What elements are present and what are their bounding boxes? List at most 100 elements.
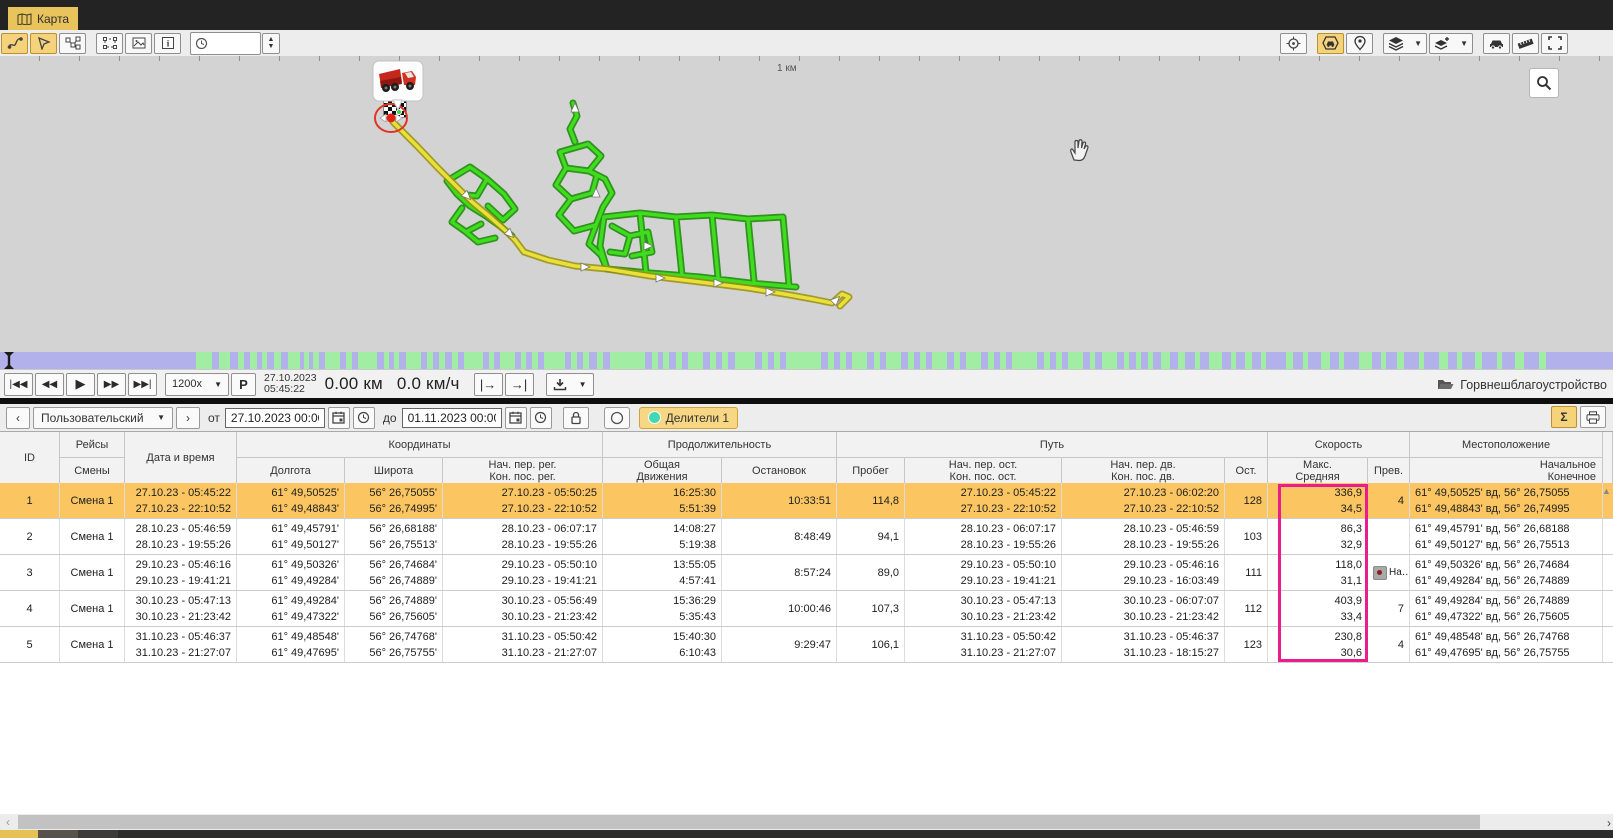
cell-prev [1368, 519, 1410, 554]
trips-table-header: IDРейсыСменыДата и времяКоординатыДолгот… [0, 431, 1613, 484]
next-period-button[interactable]: › [176, 407, 200, 429]
vehicle-group[interactable]: Горвнешблагоустройство [1437, 370, 1607, 399]
cell-nstop: 123 [1225, 627, 1268, 662]
locate-button[interactable] [1280, 33, 1307, 54]
images-button[interactable] [125, 33, 152, 54]
jump-to-end-button[interactable]: →| [505, 373, 534, 396]
lock-period-button[interactable] [563, 407, 589, 429]
target-icon [1286, 36, 1301, 51]
add-layer-button[interactable]: ▼ [1429, 33, 1473, 54]
date-to-input[interactable] [402, 408, 502, 428]
print-button[interactable] [1580, 406, 1606, 428]
scrollbar-thumb[interactable] [18, 815, 1480, 829]
timeline-segment [597, 352, 603, 369]
time-spinner[interactable]: ▲ ▼ [262, 33, 280, 54]
fullscreen-button[interactable] [1541, 33, 1568, 54]
nodes-tool-button[interactable] [59, 33, 86, 54]
row-scroll-gap [1603, 627, 1613, 662]
cell-prev: 4 [1368, 627, 1410, 662]
cell-id: 2 [0, 519, 60, 554]
export-button[interactable]: ▼ [546, 373, 594, 396]
map-toolbar: i ▲ ▼ [0, 30, 1613, 57]
divider-toggle-button[interactable] [604, 407, 630, 429]
info-button[interactable]: i [154, 33, 181, 54]
activity-timeline[interactable] [0, 352, 1613, 369]
chevron-down-icon: ▼ [1460, 39, 1468, 48]
playback-bar: |◀◀ ◀◀ ▶ ▶▶ ▶▶| 1200x ▼ P 27.10.2023 05:… [0, 369, 1613, 398]
track-mode-button[interactable] [1, 33, 28, 54]
cell-spd: 118,031,1 [1268, 555, 1368, 590]
from-calendar-button[interactable] [328, 407, 350, 429]
prev-period-button[interactable]: ‹ [6, 407, 30, 429]
layers-plus-icon [1434, 36, 1450, 51]
cell-spd: 403,933,4 [1268, 591, 1368, 626]
marker-button[interactable] [1346, 33, 1373, 54]
scroll-up-icon[interactable]: ▲ [1602, 486, 1611, 496]
totals-button[interactable]: Σ [1551, 406, 1577, 428]
timeline-segment [874, 352, 880, 369]
table-row[interactable]: 4Смена 130.10.23 - 05:47:1330.10.23 - 21… [0, 591, 1613, 627]
timeline-segment [1000, 352, 1006, 369]
p-button[interactable]: P [231, 373, 256, 396]
cell-dt: 29.10.23 - 05:46:1629.10.23 - 19:41:21 [125, 555, 237, 590]
header-nstop: Ост. [1225, 458, 1268, 484]
date-from-input[interactable] [225, 408, 325, 428]
vehicle-balloon[interactable] [371, 60, 425, 112]
map-canvas[interactable]: 1 км [0, 56, 1613, 352]
play-button[interactable]: ▶ [66, 373, 95, 396]
timeline-segment [610, 352, 645, 369]
table-row[interactable]: 3Смена 129.10.23 - 05:46:1629.10.23 - 19… [0, 555, 1613, 591]
timeline-segment [1056, 352, 1062, 369]
map-search-button[interactable] [1529, 68, 1559, 98]
table-row[interactable]: 5Смена 131.10.23 - 05:46:3731.10.23 - 21… [0, 627, 1613, 663]
header-dur: ОбщаяДвижения [603, 458, 722, 484]
image-icon [131, 36, 147, 50]
measure-button[interactable] [1512, 33, 1539, 54]
map-icon [17, 13, 32, 25]
layers-button[interactable]: ▼ [1383, 33, 1427, 54]
jump-to-start-button[interactable]: |→ [474, 373, 503, 396]
timeline-segment [1397, 352, 1404, 369]
cell-dt: 31.10.23 - 05:46:3731.10.23 - 21:27:07 [125, 627, 237, 662]
vehicles-button[interactable] [1483, 33, 1510, 54]
table-row[interactable]: 2Смена 128.10.23 - 05:46:5928.10.23 - 19… [0, 519, 1613, 555]
follow-vehicle-button[interactable] [1317, 33, 1344, 54]
cell-stopdur: 10:33:51 [722, 483, 837, 518]
header-group: Рейсы [60, 432, 125, 458]
spinner-up-icon: ▲ [268, 36, 275, 43]
period-preset-select[interactable]: Пользовательский ▼ [33, 407, 173, 429]
speed-readout: 0.0 км/ч [397, 374, 460, 394]
select-area-button[interactable] [96, 33, 123, 54]
scroll-left-icon[interactable]: ‹ [0, 815, 16, 829]
speed-select[interactable]: 1200x ▼ [165, 373, 229, 396]
pin-icon [1353, 35, 1367, 51]
timeline-segment [1178, 352, 1185, 369]
timeline-segment [852, 352, 867, 369]
header-loc: НачальноеКонечное [1410, 458, 1603, 484]
time-filter-input[interactable] [208, 35, 256, 52]
timeline-segment [1245, 352, 1252, 369]
fullscreen-icon [1548, 36, 1562, 50]
timeline-segment [313, 352, 319, 369]
skip-end-button[interactable]: ▶▶| [128, 373, 157, 396]
row-scroll-gap [1603, 591, 1613, 626]
rewind-button[interactable]: ◀◀ [35, 373, 64, 396]
cell-shift: Смена 1 [60, 519, 125, 554]
divider-chip[interactable]: Делители 1 [639, 407, 738, 429]
tab-map[interactable]: Карта [8, 7, 78, 30]
to-calendar-button[interactable] [505, 407, 527, 429]
selection-rect-icon [102, 36, 118, 50]
table-row[interactable]: 1Смена 127.10.23 - 05:45:2227.10.23 - 22… [0, 483, 1613, 519]
fast-forward-button[interactable]: ▶▶ [97, 373, 126, 396]
from-time-button[interactable] [353, 407, 375, 429]
to-time-button[interactable] [530, 407, 552, 429]
pan-mode-button[interactable] [30, 33, 57, 54]
cell-reg: 29.10.23 - 05:50:1029.10.23 - 19:41:21 [443, 555, 603, 590]
cell-nstop: 103 [1225, 519, 1268, 554]
skip-start-button[interactable]: |◀◀ [4, 373, 33, 396]
timeline-cursor[interactable] [4, 352, 14, 369]
scroll-right-icon[interactable]: › [1607, 816, 1611, 830]
cell-lat: 56° 26,68188'56° 26,75513' [345, 519, 443, 554]
header-lon: Долгота [237, 458, 345, 484]
timeline-segment [1231, 352, 1236, 369]
